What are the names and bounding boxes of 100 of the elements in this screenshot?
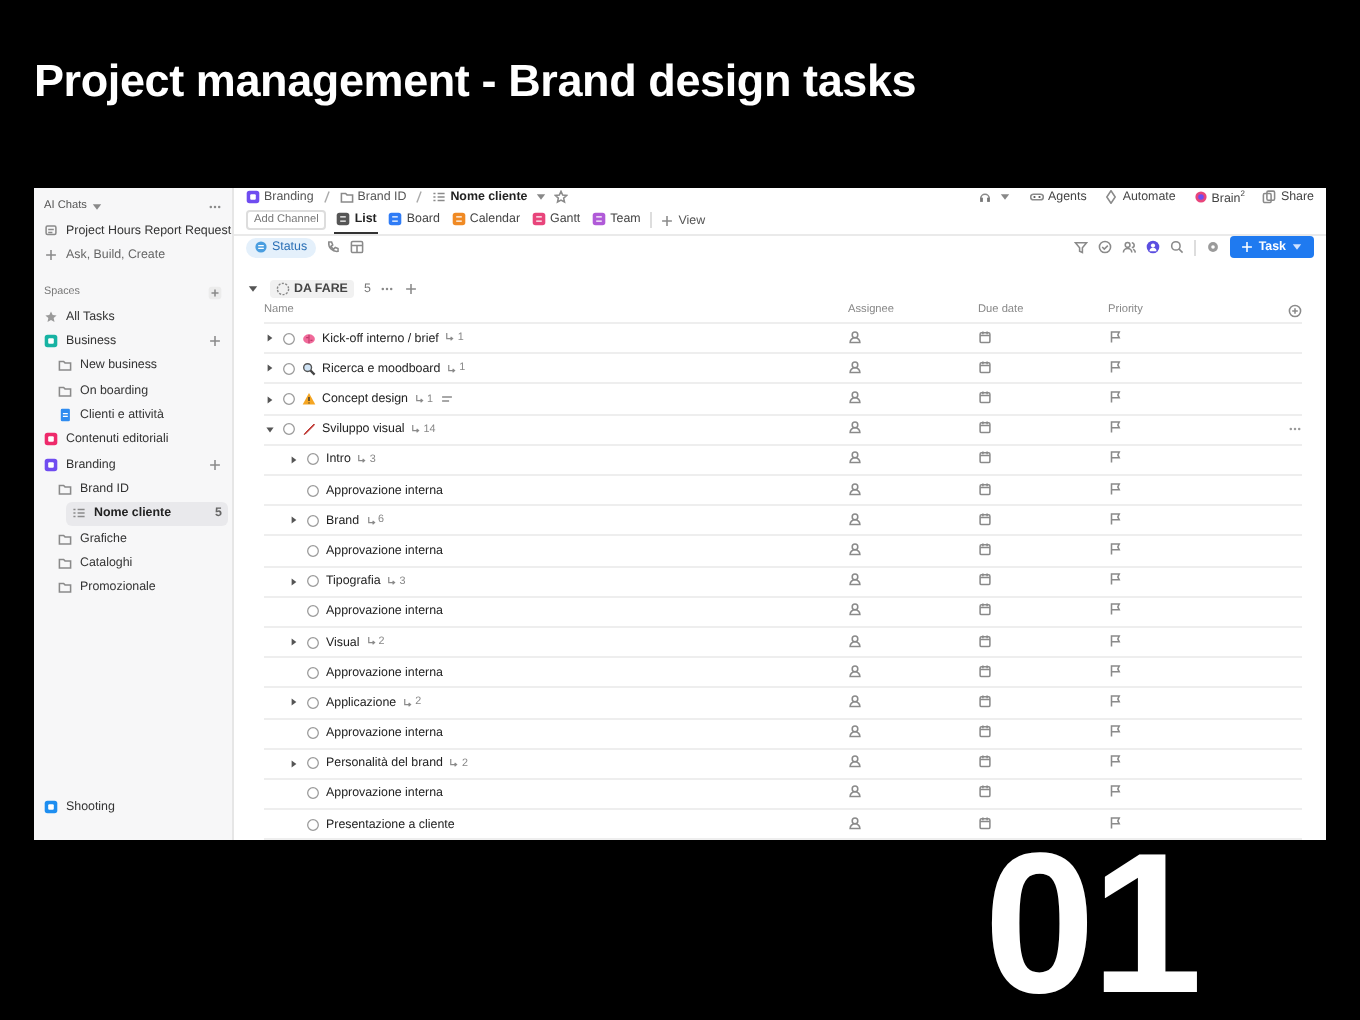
headset-icon[interactable] bbox=[978, 190, 993, 205]
caret-icon[interactable] bbox=[264, 332, 276, 345]
calendar-icon[interactable] bbox=[978, 754, 992, 769]
caret-icon[interactable] bbox=[288, 757, 300, 770]
assignee-icon[interactable] bbox=[848, 359, 862, 374]
status-circle-icon[interactable] bbox=[282, 422, 296, 437]
calendar-icon[interactable] bbox=[978, 663, 992, 678]
assignee-icon[interactable] bbox=[848, 390, 862, 405]
breadcrumb-separator bbox=[319, 190, 334, 205]
caret-icon bbox=[533, 190, 548, 205]
plus-icon bbox=[660, 213, 675, 228]
assignee-icon[interactable] bbox=[848, 420, 862, 435]
caret-icon[interactable] bbox=[288, 636, 300, 649]
filter-icon[interactable] bbox=[1074, 240, 1089, 255]
plus-icon bbox=[44, 248, 58, 263]
search-icon[interactable] bbox=[1170, 240, 1185, 255]
status-circle-icon[interactable] bbox=[306, 786, 320, 801]
status-circle-icon[interactable] bbox=[306, 695, 320, 710]
add-icon[interactable] bbox=[208, 457, 222, 472]
document-icon bbox=[58, 408, 72, 423]
folder-icon bbox=[339, 190, 354, 205]
calendar-icon[interactable] bbox=[978, 541, 992, 556]
assignee-icon[interactable] bbox=[848, 724, 862, 739]
status-circle-icon[interactable] bbox=[282, 331, 296, 346]
status-circle-icon[interactable] bbox=[306, 513, 320, 528]
caret-icon bbox=[1290, 240, 1304, 255]
settings-icon[interactable] bbox=[1206, 240, 1221, 255]
calendar-icon[interactable] bbox=[978, 602, 992, 617]
status-circle-icon[interactable] bbox=[282, 392, 296, 407]
calendar-icon[interactable] bbox=[978, 420, 992, 435]
status-circle-icon[interactable] bbox=[306, 635, 320, 650]
calendar-icon[interactable] bbox=[978, 329, 992, 344]
calendar-icon[interactable] bbox=[978, 572, 992, 587]
status-circle-icon[interactable] bbox=[306, 604, 320, 619]
add-icon[interactable] bbox=[404, 282, 419, 297]
add-icon[interactable] bbox=[208, 334, 222, 349]
assignee-icon[interactable] bbox=[848, 754, 862, 769]
status-circle-icon[interactable] bbox=[306, 543, 320, 558]
status-circle-icon[interactable] bbox=[306, 665, 320, 680]
assignee-icon[interactable] bbox=[848, 450, 862, 465]
star-icon[interactable] bbox=[553, 190, 568, 205]
caret-icon[interactable] bbox=[246, 282, 260, 297]
calendar-icon[interactable] bbox=[978, 724, 992, 739]
status-circle-icon[interactable] bbox=[306, 817, 320, 832]
assignee-icon[interactable] bbox=[848, 784, 862, 799]
slide-title: Project management - Brand design tasks bbox=[34, 56, 919, 108]
caret-icon[interactable] bbox=[288, 514, 300, 527]
status-circle-icon[interactable] bbox=[306, 726, 320, 741]
subtask-icon bbox=[414, 393, 425, 405]
subtask-icon bbox=[444, 332, 456, 344]
status-circle-icon[interactable] bbox=[306, 483, 320, 498]
status-icon bbox=[276, 282, 290, 297]
calendar-icon[interactable] bbox=[978, 481, 992, 496]
status-circle-icon[interactable] bbox=[306, 452, 320, 467]
plus-icon bbox=[1240, 240, 1255, 255]
slide-number: 01 bbox=[984, 844, 1199, 1004]
pencil-icon bbox=[302, 422, 316, 437]
calendar-icon[interactable] bbox=[978, 693, 992, 708]
caret-icon[interactable] bbox=[264, 423, 276, 436]
calendar-icon[interactable] bbox=[978, 784, 992, 799]
assignee-icon[interactable] bbox=[848, 481, 862, 496]
avatar-icon[interactable] bbox=[1146, 240, 1161, 255]
brain-icon bbox=[1193, 190, 1208, 205]
people-icon[interactable] bbox=[1122, 240, 1137, 255]
subtask-icon bbox=[446, 363, 458, 375]
calendar-icon[interactable] bbox=[978, 511, 992, 526]
assignee-icon[interactable] bbox=[848, 541, 862, 556]
add-column-icon[interactable] bbox=[1288, 303, 1302, 318]
flag-icon[interactable] bbox=[1108, 815, 1122, 830]
status-circle-icon[interactable] bbox=[282, 361, 296, 376]
caret-icon[interactable] bbox=[288, 696, 300, 709]
assignee-icon[interactable] bbox=[848, 329, 862, 344]
magnifier-icon bbox=[302, 361, 316, 376]
assignee-icon[interactable] bbox=[848, 815, 862, 830]
add-icon[interactable] bbox=[208, 285, 222, 300]
caret-icon[interactable] bbox=[264, 362, 276, 375]
subtask-icon bbox=[356, 454, 368, 466]
caret-icon[interactable] bbox=[288, 453, 300, 466]
status-circle-icon[interactable] bbox=[306, 574, 320, 589]
status-circle-icon[interactable] bbox=[306, 756, 320, 771]
assignee-icon[interactable] bbox=[848, 693, 862, 708]
assignee-icon[interactable] bbox=[848, 572, 862, 587]
caret-icon[interactable] bbox=[288, 575, 300, 588]
subtask-icon bbox=[365, 515, 377, 527]
subtask-icon bbox=[448, 758, 460, 770]
caret-icon[interactable] bbox=[264, 393, 276, 406]
calendar-icon[interactable] bbox=[978, 815, 992, 830]
calendar-icon[interactable] bbox=[978, 633, 992, 648]
table-icon[interactable] bbox=[349, 240, 364, 255]
list-icon bbox=[72, 506, 86, 521]
assignee-icon[interactable] bbox=[848, 511, 862, 526]
calendar-icon[interactable] bbox=[978, 450, 992, 465]
assignee-icon[interactable] bbox=[848, 602, 862, 617]
phone-icon[interactable] bbox=[325, 240, 340, 255]
breadcrumb-separator bbox=[412, 190, 427, 205]
assignee-icon[interactable] bbox=[848, 663, 862, 678]
assignee-icon[interactable] bbox=[848, 633, 862, 648]
calendar-icon[interactable] bbox=[978, 390, 992, 405]
calendar-icon[interactable] bbox=[978, 359, 992, 374]
check-circle-icon[interactable] bbox=[1098, 240, 1113, 255]
